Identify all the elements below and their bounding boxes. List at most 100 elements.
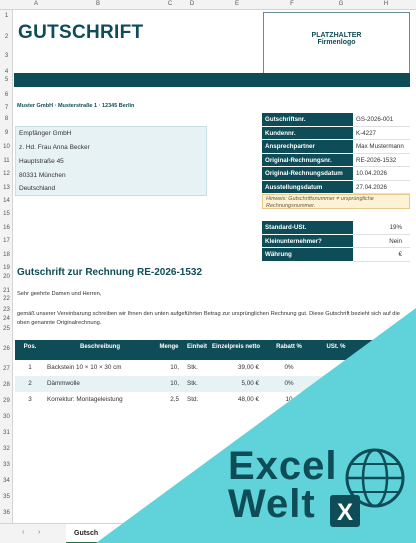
table-cell[interactable]: Stk.	[183, 360, 211, 376]
column-header-f[interactable]: F	[263, 1, 321, 7]
row-header[interactable]: 16	[0, 225, 13, 231]
table-header-cell[interactable]: Rabatt %	[261, 340, 317, 360]
column-header-h[interactable]: H	[361, 1, 411, 7]
table-cell[interactable]: 2,5	[155, 392, 183, 408]
row-header[interactable]: 4	[0, 69, 13, 75]
row-header[interactable]: 1	[0, 13, 13, 19]
sheet-tab[interactable]: Gutsch	[66, 524, 126, 543]
table-cell[interactable]: 10,	[155, 376, 183, 392]
row-header[interactable]: 8	[0, 116, 13, 122]
table-row: 2 Dämmwolle 10, Stk. 5,00 € 0% 1	[15, 376, 410, 392]
table-cell[interactable]: 39,00 €	[211, 360, 261, 376]
hint-note[interactable]: Hinweis: Gutschriftsnummer ≠ ursprünglic…	[262, 194, 410, 209]
row-header[interactable]: 25	[0, 326, 13, 332]
meta-value[interactable]: RE-2026-1532	[353, 154, 410, 167]
meta-value[interactable]: GS-2026-001	[353, 113, 410, 127]
credit-note-heading[interactable]: Gutschrift zur Rechnung RE-2026-1532	[17, 267, 202, 278]
tax-value[interactable]: Nein	[353, 235, 410, 248]
row-header[interactable]: 14	[0, 198, 13, 204]
row-header[interactable]: 7	[0, 105, 13, 111]
recipient-line: Empfänger GmbH	[19, 130, 72, 137]
tax-value[interactable]: €	[353, 248, 410, 262]
row-header[interactable]: 26	[0, 346, 13, 352]
table-header-cell[interactable]: Pos.	[15, 340, 45, 360]
row-header[interactable]: 29	[0, 398, 13, 404]
row-header[interactable]: 12	[0, 171, 13, 177]
row-header[interactable]: 28	[0, 382, 13, 388]
row-header[interactable]: 9	[0, 130, 13, 136]
meta-value[interactable]: Max Mustermann	[353, 140, 410, 154]
column-header-d[interactable]: D	[172, 1, 212, 7]
table-header-cell[interactable]: Menge	[155, 340, 183, 360]
row-header[interactable]: 35	[0, 494, 13, 500]
table-cell[interactable]: 3	[15, 392, 45, 408]
row-header[interactable]: 32	[0, 446, 13, 452]
tax-settings-table: Standard-USt. 19% Kleinunternehmer? Nein…	[262, 221, 410, 262]
body-text[interactable]: gemäß unserer Vereinbarung schreiben wir…	[17, 310, 412, 328]
row-header[interactable]: 20	[0, 274, 13, 280]
tab-scroll-right-icon[interactable]: ›	[38, 529, 40, 536]
sender-line[interactable]: Muster GmbH · Musterstraße 1 · 12345 Ber…	[17, 103, 134, 109]
row-header[interactable]: 17	[0, 238, 13, 244]
row-header[interactable]: 36	[0, 510, 13, 516]
row-header[interactable]: 21	[0, 288, 13, 294]
row-header[interactable]: 10	[0, 144, 13, 150]
row-header[interactable]: 13	[0, 185, 13, 191]
table-cell[interactable]	[317, 392, 355, 408]
row-header[interactable]: 18	[0, 252, 13, 258]
table-cell[interactable]: 5,00 €	[211, 376, 261, 392]
meta-value[interactable]: 10.04.2026	[353, 167, 410, 181]
row-header[interactable]: 31	[0, 430, 13, 436]
row-header[interactable]: 3	[0, 53, 13, 59]
table-cell[interactable]: Dämmwolle	[45, 376, 155, 392]
table-cell[interactable]: 19	[317, 360, 355, 376]
table-cell[interactable]: Stk.	[183, 376, 211, 392]
table-cell[interactable]: 10,	[155, 360, 183, 376]
row-header[interactable]: 11	[0, 158, 13, 164]
logo-line-2: Firmenlogo	[317, 39, 356, 46]
table-cell[interactable]: Backstein 10 × 10 × 30 cm	[45, 360, 155, 376]
table-cell[interactable]: 1	[317, 376, 355, 392]
column-header-a[interactable]: A	[16, 1, 56, 7]
row-header[interactable]: 30	[0, 414, 13, 420]
globe-icon	[345, 448, 405, 508]
table-cell[interactable]: Korrektur: Montageleistung	[45, 392, 155, 408]
table-cell[interactable]: 0%	[261, 360, 317, 376]
table-cell[interactable]: 48,00 €	[211, 392, 261, 408]
tab-scroll-left-icon[interactable]: ‹	[22, 529, 24, 536]
row-header[interactable]: 5	[0, 77, 13, 83]
table-cell[interactable]: 0%	[261, 376, 317, 392]
tax-label: Standard-USt.	[262, 221, 353, 235]
row-header[interactable]: 6	[0, 92, 13, 98]
column-header-e[interactable]: E	[212, 1, 262, 7]
table-cell[interactable]: 2	[15, 376, 45, 392]
column-header-g[interactable]: G	[321, 1, 361, 7]
table-header-cell[interactable]: Einzelpreis netto	[211, 340, 261, 360]
row-header[interactable]: 23	[0, 307, 13, 313]
table-header-cell[interactable]: G	[355, 340, 410, 360]
table-cell[interactable]: 1	[15, 360, 45, 376]
table-header-cell[interactable]: USt. %	[317, 340, 355, 360]
row-header[interactable]: 24	[0, 316, 13, 322]
meta-value[interactable]: K-4227	[353, 127, 410, 140]
row-header[interactable]: 34	[0, 478, 13, 484]
table-cell[interactable]: 10	[261, 392, 317, 408]
row-header[interactable]: 33	[0, 462, 13, 468]
greeting-text[interactable]: Sehr geehrte Damen und Herren,	[17, 291, 101, 297]
row-header[interactable]: 2	[0, 34, 13, 40]
table-header-cell[interactable]: Beschreibung	[45, 340, 155, 360]
row-header[interactable]: 19	[0, 265, 13, 271]
row-header[interactable]: 27	[0, 366, 13, 372]
column-header-b[interactable]: B	[56, 1, 140, 7]
table-cell[interactable]: Std.	[183, 392, 211, 408]
logo-placeholder[interactable]: PLATZHALTER Firmenlogo	[263, 12, 410, 74]
header-band	[14, 73, 410, 87]
tax-value[interactable]: 19%	[353, 221, 410, 235]
row-header[interactable]: 22	[0, 296, 13, 302]
meta-row: Original-Rechnungsdatum 10.04.2026	[262, 167, 410, 181]
meta-value[interactable]: 27.04.2026	[353, 181, 410, 194]
recipient-address-block[interactable]: Empfänger GmbH z. Hd. Frau Anna Becker H…	[15, 126, 207, 196]
table-header-cell[interactable]: Einheit	[183, 340, 211, 360]
row-header[interactable]: 15	[0, 211, 13, 217]
meta-row: Original-Rechnungsnr. RE-2026-1532	[262, 153, 410, 167]
